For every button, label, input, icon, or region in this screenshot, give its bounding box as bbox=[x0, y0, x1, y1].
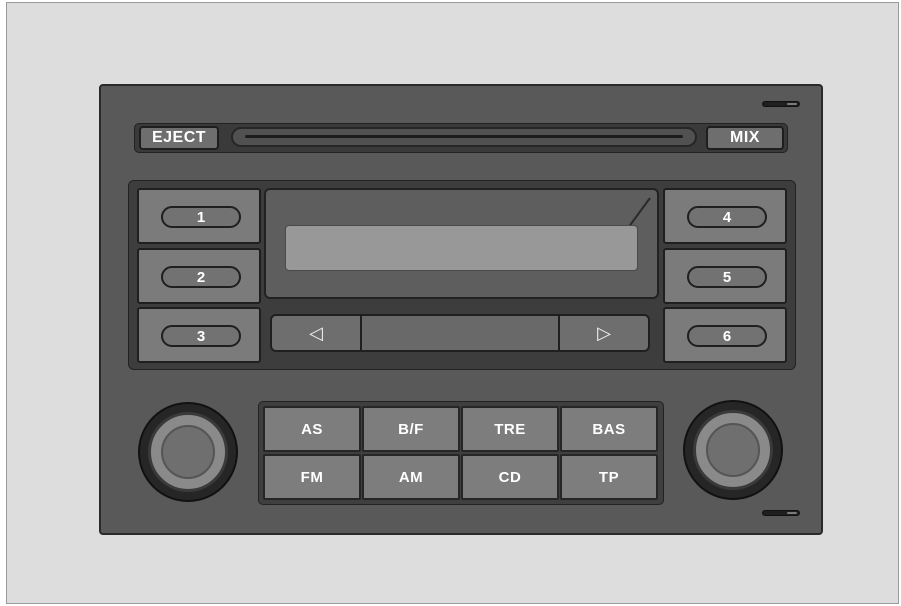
as-button[interactable]: AS bbox=[263, 406, 361, 452]
indicator-slot-top bbox=[762, 101, 800, 107]
bass-button[interactable]: BAS bbox=[560, 406, 658, 452]
knob-ring bbox=[693, 410, 773, 490]
preset-button-4[interactable]: 4 bbox=[663, 188, 787, 244]
seek-bar: ◁ ▷ bbox=[270, 314, 650, 352]
left-triangle-icon: ◁ bbox=[309, 322, 323, 343]
seek-forward-button[interactable]: ▷ bbox=[558, 316, 648, 350]
cd-slot bbox=[231, 127, 697, 147]
am-button[interactable]: AM bbox=[362, 454, 460, 500]
preset-button-3[interactable]: 3 bbox=[137, 307, 261, 363]
knob-cap bbox=[706, 423, 760, 477]
preset-label: 3 bbox=[161, 325, 241, 347]
fm-button[interactable]: FM bbox=[263, 454, 361, 500]
treble-button[interactable]: TRE bbox=[461, 406, 559, 452]
knob-cap bbox=[161, 425, 215, 479]
right-triangle-icon: ▷ bbox=[597, 322, 611, 343]
balance-fader-button[interactable]: B/F bbox=[362, 406, 460, 452]
preset-label: 1 bbox=[161, 206, 241, 228]
preset-label: 5 bbox=[687, 266, 767, 288]
preset-label: 6 bbox=[687, 325, 767, 347]
preset-button-5[interactable]: 5 bbox=[663, 248, 787, 304]
eject-button[interactable]: EJECT bbox=[139, 126, 219, 150]
indicator-slot-bottom bbox=[762, 510, 800, 516]
volume-knob[interactable] bbox=[138, 402, 238, 502]
preset-label: 4 bbox=[687, 206, 767, 228]
seek-back-button[interactable]: ◁ bbox=[272, 316, 362, 350]
lcd-display bbox=[285, 225, 638, 271]
seek-center-area bbox=[362, 316, 558, 350]
preset-button-1[interactable]: 1 bbox=[137, 188, 261, 244]
mix-button[interactable]: MIX bbox=[706, 126, 784, 150]
preset-label: 2 bbox=[161, 266, 241, 288]
tp-button[interactable]: TP bbox=[560, 454, 658, 500]
cd-button[interactable]: CD bbox=[461, 454, 559, 500]
knob-ring bbox=[148, 412, 228, 492]
tuning-knob[interactable] bbox=[683, 400, 783, 500]
preset-button-2[interactable]: 2 bbox=[137, 248, 261, 304]
preset-button-6[interactable]: 6 bbox=[663, 307, 787, 363]
